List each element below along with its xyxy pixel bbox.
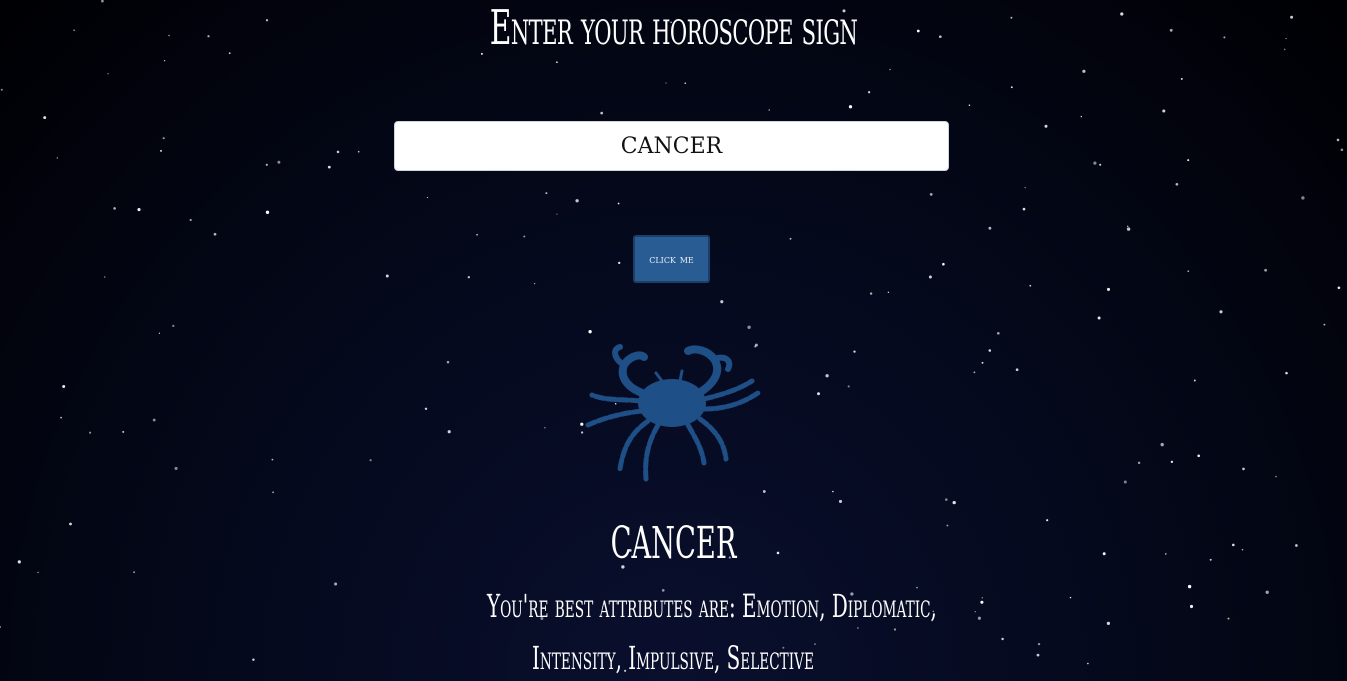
horoscope-page: Enter your horoscope sign click me	[0, 0, 1347, 681]
page-title: Enter your horoscope sign	[489, 0, 858, 56]
result-sign-name: CANCER	[610, 518, 737, 569]
result-attributes: You're best attributes are: Emotion, Dip…	[373, 580, 973, 681]
click-me-button[interactable]: click me	[633, 235, 710, 283]
sign-input[interactable]	[394, 121, 949, 171]
attributes-line-1: You're best attributes are: Emotion, Dip…	[487, 587, 937, 625]
attributes-line-2: Intensity, Impulsive, Selective	[532, 639, 814, 677]
cancer-crab-icon	[585, 344, 761, 482]
